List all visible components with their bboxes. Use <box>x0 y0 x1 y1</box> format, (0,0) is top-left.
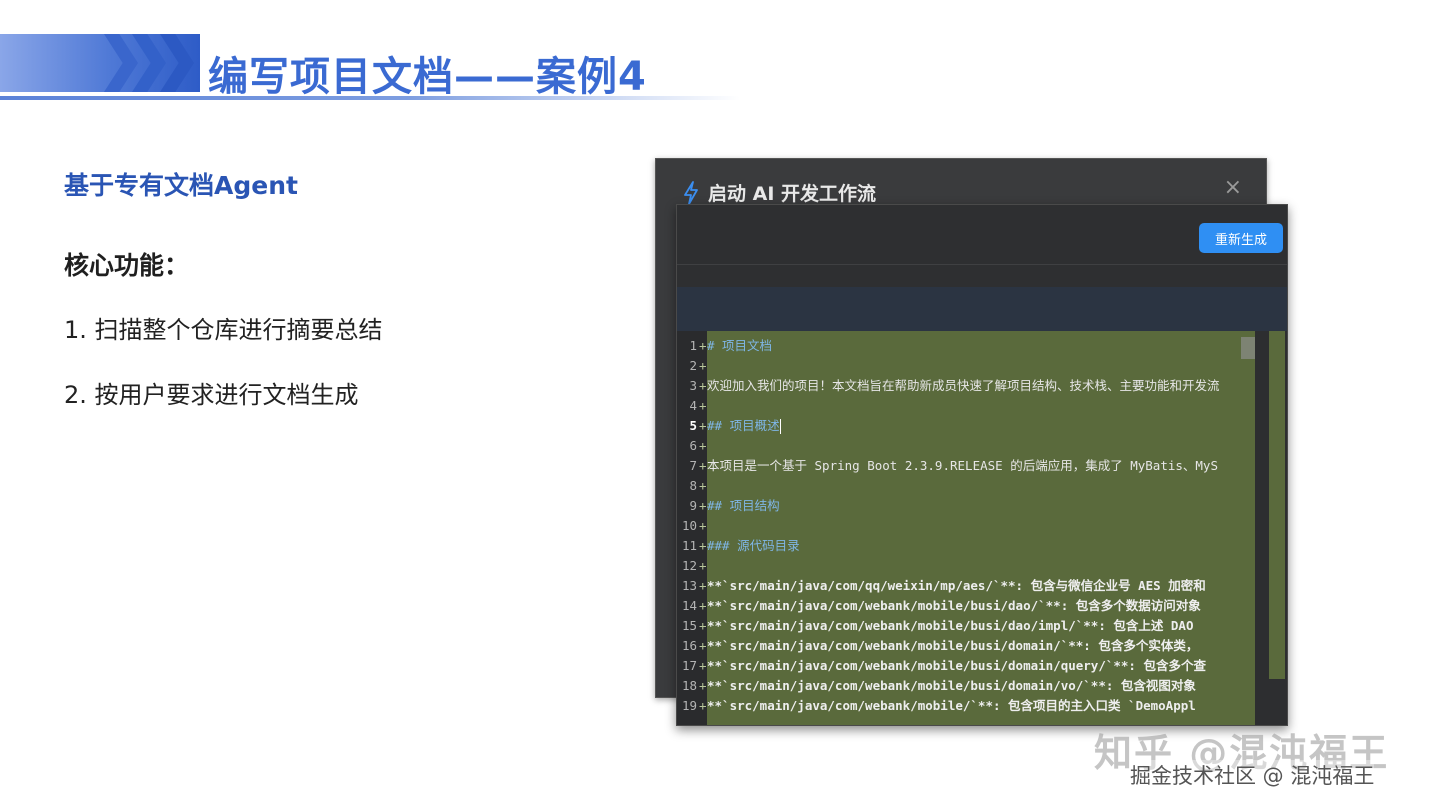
line-text: **`src/main/java/com/qq/weixin/mp/aes/`*… <box>707 578 1206 593</box>
regenerate-button[interactable]: 重新生成 <box>1199 223 1283 253</box>
diff-added-marker: + <box>699 678 707 693</box>
diff-added-marker: + <box>699 618 707 633</box>
code-line: 12 + <box>677 556 1287 576</box>
diff-added-marker: + <box>699 458 707 473</box>
diff-added-marker: + <box>699 338 707 353</box>
diff-added-marker: + <box>699 698 707 713</box>
diff-header-strip <box>677 287 1287 331</box>
code-line: 8 + <box>677 476 1287 496</box>
slide-subtitle: 基于专有文档Agent <box>64 171 298 200</box>
diff-added-marker: + <box>699 658 707 673</box>
line-text: ## 项目概述 <box>707 418 781 434</box>
line-text: **`src/main/java/com/webank/mobile/busi/… <box>707 598 1201 613</box>
diff-added-marker: + <box>699 598 707 613</box>
code-line: 9 + ## 项目结构 <box>677 496 1287 516</box>
dialog-title: 启动 AI 开发工作流 <box>708 183 877 205</box>
close-icon[interactable]: × <box>1224 175 1242 200</box>
code-line: 2 + <box>677 356 1287 376</box>
code-line: 10 + <box>677 516 1287 536</box>
line-text: 本项目是一个基于 Spring Boot 2.3.9.RELEASE 的后端应用… <box>707 458 1218 473</box>
line-text: **`src/main/java/com/webank/mobile/`**: … <box>707 698 1196 713</box>
text-cursor <box>779 419 781 434</box>
code-line: 6 + <box>677 436 1287 456</box>
diff-added-marker: + <box>699 398 707 413</box>
code-line: 18 + **`src/main/java/com/webank/mobile/b… <box>677 676 1287 696</box>
code-line: 5 + ## 项目概述 <box>677 416 1287 436</box>
diff-added-marker: + <box>699 578 707 593</box>
diff-added-marker: + <box>699 498 707 513</box>
code-line: 11 + ### 源代码目录 <box>677 536 1287 556</box>
line-text: 欢迎加入我们的项目！本文档旨在帮助新成员快速了解项目结构、技术栈、主要功能和开发… <box>707 378 1220 393</box>
panel-toolbar: 重新生成 <box>677 205 1287 265</box>
line-text: **`src/main/java/com/webank/mobile/busi/… <box>707 658 1206 673</box>
diff-added-marker: + <box>699 358 707 373</box>
code-line: 19 + **`src/main/java/com/webank/mobile/`… <box>677 696 1287 716</box>
line-text: # 项目文档 <box>707 338 773 353</box>
diff-added-marker: + <box>699 518 707 533</box>
diff-added-marker: + <box>699 538 707 553</box>
diff-added-marker: + <box>699 638 707 653</box>
line-text: **`src/main/java/com/webank/mobile/busi/… <box>707 678 1196 693</box>
code-line: 16 + **`src/main/java/com/webank/mobile/b… <box>677 636 1287 656</box>
dialog-header: 启动 AI 开发工作流 <box>682 179 876 206</box>
juejin-watermark: 掘金技术社区 @ 混沌福王 <box>1130 760 1375 790</box>
diff-added-marker: + <box>699 478 707 493</box>
code-line: 4 + <box>677 396 1287 416</box>
diff-added-marker: + <box>699 418 707 433</box>
line-text: ## 项目结构 <box>707 498 780 513</box>
code-line: 13 + **`src/main/java/com/qq/weixin/mp/ae… <box>677 576 1287 596</box>
line-text: **`src/main/java/com/webank/mobile/busi/… <box>707 618 1194 633</box>
line-text: **`src/main/java/com/webank/mobile/busi/… <box>707 638 1199 653</box>
code-line: 7 + 本项目是一个基于 Spring Boot 2.3.9.RELEASE 的后端… <box>677 456 1287 476</box>
line-text: ### 源代码目录 <box>707 538 800 553</box>
feature-item: 1. 扫描整个仓库进行摘要总结 <box>64 316 383 344</box>
code-line: 1 + # 项目文档 <box>677 336 1287 356</box>
markdown-diff-editor[interactable]: 1 + # 项目文档 2 +3 + 欢迎加入我们的项目！本文档旨在帮助新成员快速了解项目结构… <box>677 331 1287 725</box>
diff-added-marker: + <box>699 378 707 393</box>
document-preview-panel: 重新生成 1 + # 项目文档 2 +3 + 欢迎加入我们的项目！本文档旨在帮助新成员快速了… <box>676 204 1288 726</box>
diff-added-marker: + <box>699 438 707 453</box>
diff-added-marker: + <box>699 558 707 573</box>
code-line: 17 + **`src/main/java/com/webank/mobile/b… <box>677 656 1287 676</box>
code-line: 15 + **`src/main/java/com/webank/mobile/b… <box>677 616 1287 636</box>
code-line: 14 + **`src/main/java/com/webank/mobile/b… <box>677 596 1287 616</box>
code-line: 3 + 欢迎加入我们的项目！本文档旨在帮助新成员快速了解项目结构、技术栈、主要功能和… <box>677 376 1287 396</box>
title-underline <box>0 96 740 100</box>
section-heading: 核心功能： <box>64 251 190 280</box>
slide-title: 编写项目文档——案例4 <box>208 54 647 100</box>
lightning-bolt-icon <box>684 180 698 205</box>
feature-item: 2. 按用户要求进行文档生成 <box>64 381 359 409</box>
